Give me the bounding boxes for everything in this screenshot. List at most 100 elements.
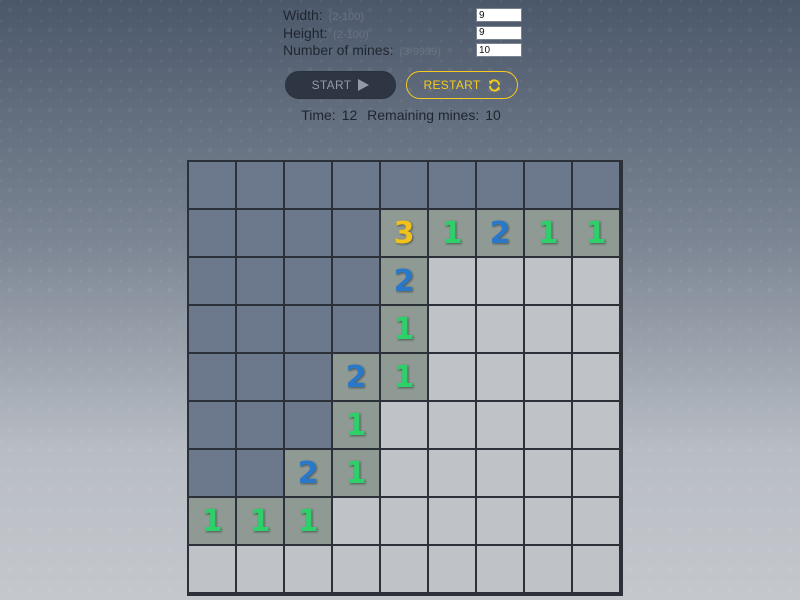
board-cell[interactable]: [525, 498, 571, 544]
board-cell[interactable]: [429, 498, 475, 544]
board-cell[interactable]: [573, 162, 619, 208]
board-cell[interactable]: [477, 450, 523, 496]
board-cell[interactable]: [237, 306, 283, 352]
board-cell[interactable]: [477, 258, 523, 304]
board-cell[interactable]: [525, 306, 571, 352]
minesweeper-board: 312112121121111: [187, 160, 623, 596]
board-cell[interactable]: [237, 210, 283, 256]
board-cell[interactable]: [573, 402, 619, 448]
board-cell[interactable]: 1: [525, 210, 571, 256]
board-cell[interactable]: [333, 546, 379, 592]
board-cell[interactable]: [525, 546, 571, 592]
board-cell[interactable]: [525, 162, 571, 208]
board-cell[interactable]: [333, 498, 379, 544]
board-cell[interactable]: [333, 258, 379, 304]
board-cell[interactable]: 3: [381, 210, 427, 256]
cell-number: 2: [393, 263, 415, 299]
board-cell[interactable]: [477, 162, 523, 208]
start-button[interactable]: START: [285, 71, 396, 99]
board-cell[interactable]: [237, 450, 283, 496]
board-cell[interactable]: [333, 306, 379, 352]
board-cell[interactable]: [285, 402, 331, 448]
board-cell[interactable]: 2: [333, 354, 379, 400]
board-cell[interactable]: [573, 258, 619, 304]
board-cell[interactable]: [237, 402, 283, 448]
cell-number: 1: [393, 359, 415, 395]
board-cell[interactable]: [333, 210, 379, 256]
board-cell[interactable]: [189, 210, 235, 256]
cell-number: 1: [393, 311, 415, 347]
cell-number: 1: [537, 215, 559, 251]
board-cell[interactable]: [237, 354, 283, 400]
board-cell[interactable]: [477, 354, 523, 400]
board-cell[interactable]: [525, 354, 571, 400]
cell-number: 3: [393, 215, 415, 251]
mines-setting: Number of mines: (3-9999): [283, 42, 528, 60]
width-setting: Width: (2-100): [283, 7, 528, 25]
board-cell[interactable]: [285, 546, 331, 592]
board-cell[interactable]: 1: [333, 402, 379, 448]
board-cell[interactable]: [429, 354, 475, 400]
board-cell[interactable]: [525, 258, 571, 304]
width-hint: (2-100): [328, 11, 365, 23]
board-cell[interactable]: [189, 402, 235, 448]
board-cell[interactable]: 1: [381, 306, 427, 352]
board-cell[interactable]: [381, 546, 427, 592]
board-cell[interactable]: [189, 354, 235, 400]
restart-button[interactable]: RESTART: [406, 71, 518, 99]
board-cell[interactable]: [381, 498, 427, 544]
board-cell[interactable]: 1: [189, 498, 235, 544]
board-cell[interactable]: [525, 450, 571, 496]
board-cell[interactable]: [381, 162, 427, 208]
board-cell[interactable]: 2: [381, 258, 427, 304]
board-cell[interactable]: [573, 354, 619, 400]
board-cell[interactable]: [429, 162, 475, 208]
cell-number: 2: [345, 359, 367, 395]
board-cell[interactable]: [477, 546, 523, 592]
board-cell[interactable]: [573, 546, 619, 592]
board-cell[interactable]: [525, 402, 571, 448]
board-cell[interactable]: [429, 450, 475, 496]
board-cell[interactable]: 2: [285, 450, 331, 496]
restart-button-label: RESTART: [423, 78, 481, 92]
board-cell[interactable]: [237, 258, 283, 304]
board-cell[interactable]: [429, 402, 475, 448]
board-cell[interactable]: [429, 258, 475, 304]
board-cell[interactable]: [429, 306, 475, 352]
board-cell[interactable]: [285, 162, 331, 208]
board-cell[interactable]: [189, 546, 235, 592]
board-cell[interactable]: 1: [429, 210, 475, 256]
board-cell[interactable]: 1: [237, 498, 283, 544]
board-cell[interactable]: [381, 402, 427, 448]
board-cell[interactable]: 1: [573, 210, 619, 256]
board-cell[interactable]: 1: [285, 498, 331, 544]
board-cell[interactable]: [189, 162, 235, 208]
board-cell[interactable]: [573, 498, 619, 544]
mines-label: Number of mines:: [283, 42, 394, 58]
board-cell[interactable]: 1: [381, 354, 427, 400]
board-cell[interactable]: [285, 210, 331, 256]
width-input[interactable]: [476, 8, 522, 22]
board-cell[interactable]: [285, 306, 331, 352]
board-cell[interactable]: [333, 162, 379, 208]
mines-input[interactable]: [476, 43, 522, 57]
board-cell[interactable]: [573, 450, 619, 496]
height-input[interactable]: [476, 25, 522, 40]
board-cell[interactable]: [429, 546, 475, 592]
board-cell[interactable]: [189, 306, 235, 352]
board-cell[interactable]: [237, 546, 283, 592]
board-cell[interactable]: [189, 258, 235, 304]
board-cell[interactable]: [285, 354, 331, 400]
game-settings: Width: (2-100) Height: (2-100) Number of…: [283, 7, 528, 60]
board-cell[interactable]: [573, 306, 619, 352]
board-cell[interactable]: [381, 450, 427, 496]
board-cell[interactable]: 2: [477, 210, 523, 256]
game-status: Time: 12 Remaining mines: 10: [0, 107, 800, 123]
board-cell[interactable]: [189, 450, 235, 496]
board-cell[interactable]: 1: [333, 450, 379, 496]
board-cell[interactable]: [237, 162, 283, 208]
board-cell[interactable]: [477, 402, 523, 448]
board-cell[interactable]: [477, 498, 523, 544]
board-cell[interactable]: [285, 258, 331, 304]
board-cell[interactable]: [477, 306, 523, 352]
